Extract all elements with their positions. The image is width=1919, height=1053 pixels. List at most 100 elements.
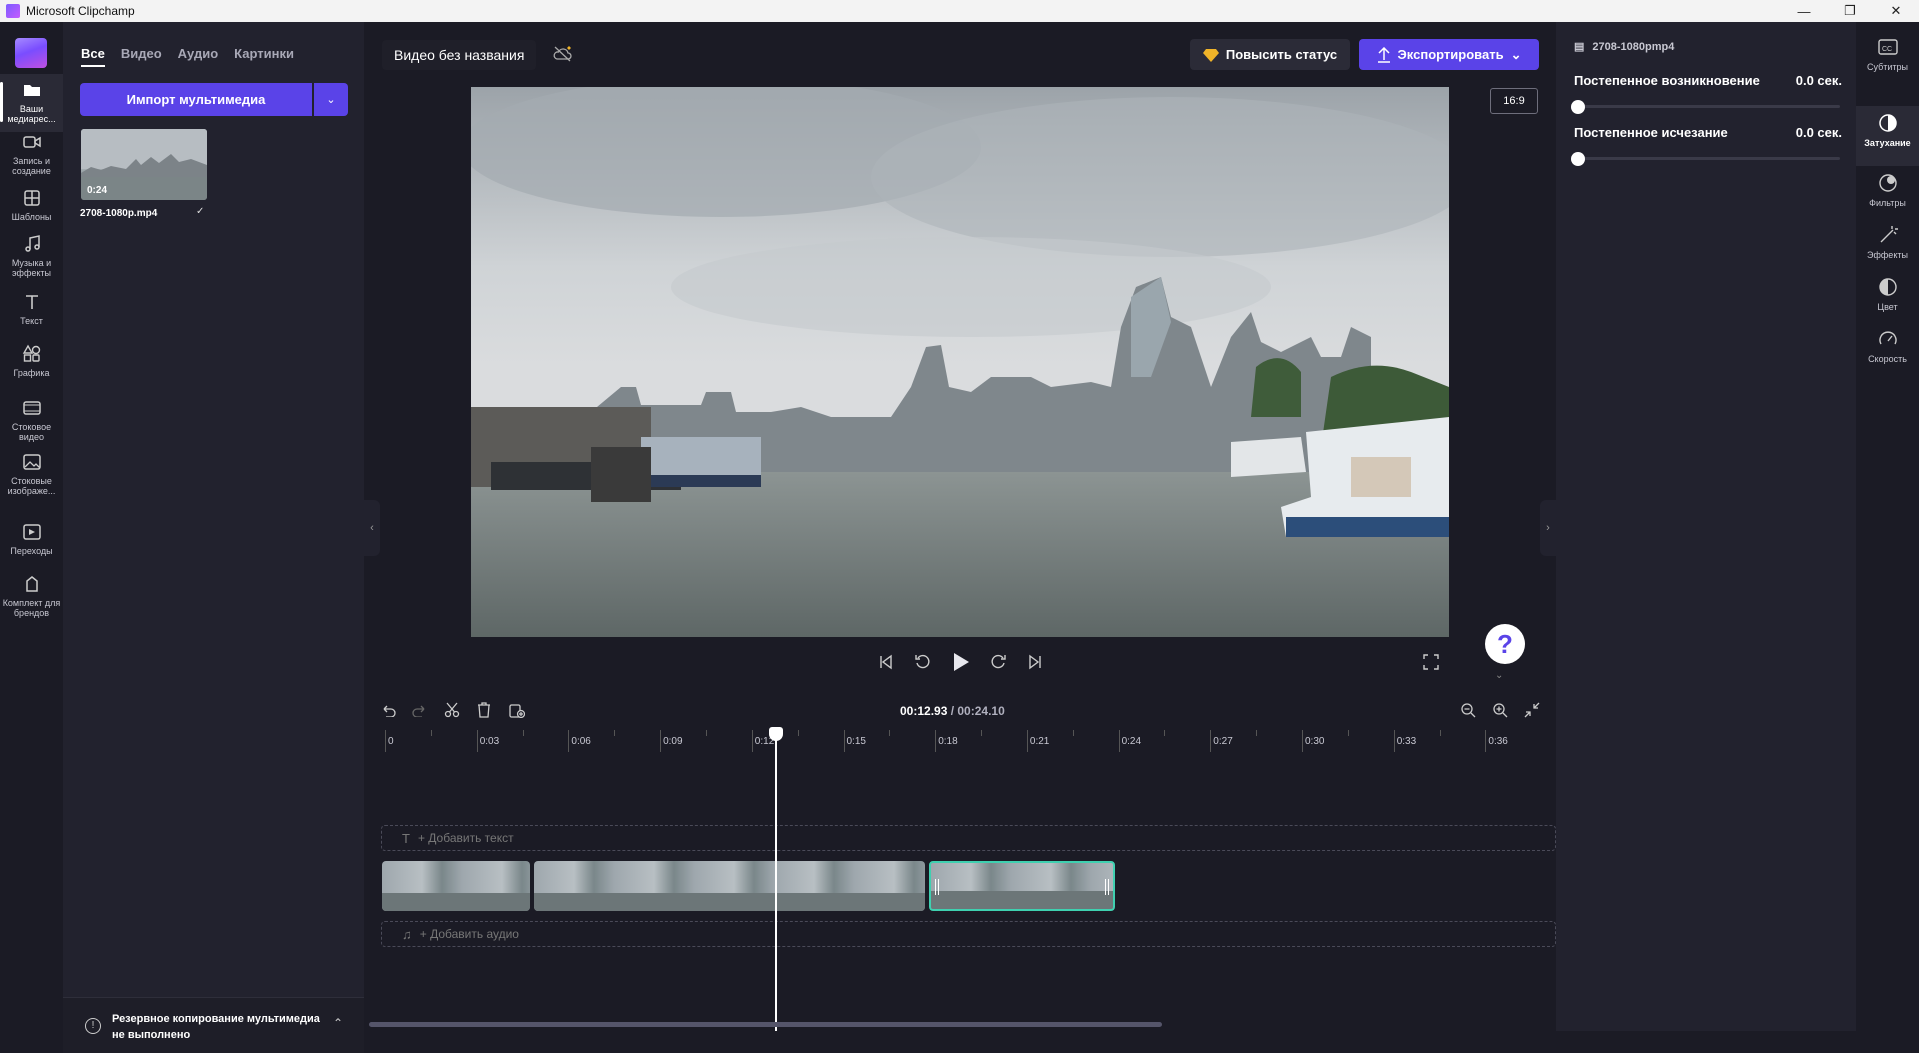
fade-out-value: 0.0 сек. [1795,125,1842,140]
trim-handle-right[interactable] [1105,879,1109,895]
video-clip-1[interactable] [382,861,530,911]
rail-item-fade[interactable]: Затухание [1856,106,1919,166]
rail-item-stock-video[interactable]: Стоковое видео [0,398,63,452]
color-icon [1878,278,1897,296]
import-media-button[interactable]: Импорт мультимедиа [80,83,312,116]
add-audio-track[interactable]: ♫ + Добавить аудио [381,921,1556,947]
rail-item-filters[interactable]: Фильтры [1856,172,1919,222]
split-button[interactable] [441,699,463,721]
fit-timeline-button[interactable] [1521,699,1543,721]
add-text-track[interactable]: T + Добавить текст [381,825,1556,851]
maximize-button[interactable]: ❐ [1827,0,1873,22]
rail-label: Запись и создание [12,156,51,176]
skip-to-end-button[interactable] [1023,650,1047,674]
redo-icon [412,705,425,717]
rail-item-graphics[interactable]: Графика [0,344,63,394]
export-button[interactable]: Экспортировать ⌄ [1359,39,1539,70]
scissors-icon [444,702,460,718]
rail-item-color[interactable]: Цвет [1856,276,1919,326]
fade-in-row: Постепенное возникновение 0.0 сек. [1574,73,1842,88]
tab-video[interactable]: Видео [121,46,162,67]
video-clip-3-selected[interactable] [929,861,1115,911]
help-button[interactable]: ? [1485,624,1525,664]
rail-item-text[interactable]: Текст [0,292,63,342]
rail-item-transitions[interactable]: Переходы [0,522,63,572]
fade-in-slider-thumb[interactable] [1571,100,1585,114]
zoom-out-button[interactable] [1457,699,1479,721]
tab-audio[interactable]: Аудио [178,46,218,67]
skip-to-start-button[interactable] [874,650,898,674]
rail-item-stock-images[interactable]: Стоковые изображе... [0,452,63,510]
forward-5s-button[interactable] [986,650,1010,674]
transition-icon [22,524,41,540]
fade-in-slider[interactable] [1578,105,1840,108]
upgrade-button[interactable]: Повысить статус [1190,39,1350,70]
ruler-label: 0:21 [1029,736,1050,747]
media-thumbnail[interactable]: 0:24 [81,129,207,200]
cloud-off-icon[interactable] [552,45,574,63]
clip-water-strip [534,893,925,911]
undo-button[interactable] [377,699,399,721]
ruler-major-tick [385,730,386,752]
project-title[interactable]: Видео без названия [382,40,537,70]
rail-label: Эффекты [1867,250,1908,260]
rail-item-captions[interactable]: CC Субтитры [1856,36,1919,82]
ruler-major-tick [1210,730,1212,752]
trash-icon [478,702,490,718]
rail-item-speed[interactable]: Скорость [1856,328,1919,378]
add-to-timeline-button[interactable] [506,699,528,721]
fade-out-slider[interactable] [1578,157,1840,160]
import-dropdown-button[interactable]: ⌄ [314,83,348,116]
rail-label: Шаблоны [11,212,52,222]
captions-icon: CC [1877,39,1898,55]
ruler-label: 0:27 [1213,736,1233,747]
trim-handle-left[interactable] [935,879,939,895]
video-clip-2[interactable] [534,861,925,911]
collapse-right-panel-button[interactable]: › [1540,500,1556,556]
rail-label: Фильтры [1869,198,1906,208]
rail-item-music[interactable]: Музыка и эффекты [0,234,63,290]
rewind-icon [915,654,930,669]
chevron-up-icon[interactable]: ⌃ [333,1016,343,1030]
timeline-horizontal-scrollbar[interactable] [369,1022,1162,1027]
delete-button[interactable] [473,699,495,721]
backup-status-bar[interactable]: ! Резервное копирование мультимедиа не в… [63,997,364,1053]
rail-item-effects[interactable]: Эффекты [1856,224,1919,274]
ruler-label: 0:03 [479,736,500,747]
tab-all[interactable]: Все [81,46,105,67]
folder-icon [23,85,40,96]
collapse-left-panel-button[interactable]: ‹ [364,500,380,556]
tab-images[interactable]: Картинки [234,46,294,67]
left-navigation-rail: Ваши медиарес... Запись и создание Шабло… [0,22,63,1031]
close-window-button[interactable]: ✕ [1873,0,1919,22]
undo-icon [383,705,396,717]
rail-label: Субтитры [1866,62,1908,72]
fullscreen-button[interactable] [1419,650,1443,674]
chevron-right-icon: › [1546,522,1550,534]
timeline-ruler[interactable]: 0 0:03 0:06 0:09 0:12 0:15 0:18 0:21 0:24 0:27 0:3… [380,730,1555,756]
fade-out-slider-thumb[interactable] [1571,152,1585,166]
playhead[interactable] [775,730,777,1031]
minimize-button[interactable]: — [1781,0,1827,22]
rail-item-brand-kit[interactable]: Комплект для брендов [0,574,63,632]
skip-forward-icon [1029,654,1041,670]
rail-item-templates[interactable]: Шаблоны [0,188,63,240]
rail-item-your-media[interactable]: Ваши медиарес... [0,74,63,132]
rail-item-record-create[interactable]: Запись и создание [0,132,63,186]
playhead-handle[interactable] [769,727,783,741]
chevron-down-icon[interactable]: ⌄ [1495,670,1503,681]
text-icon: T [402,830,410,846]
video-preview[interactable] [471,87,1449,637]
fade-in-value: 0.0 сек. [1795,73,1842,88]
media-file-name: 2708-1080p.mp4 [80,208,158,219]
fade-out-row: Постепенное исчезание 0.0 сек. [1574,125,1842,140]
zoom-in-button[interactable] [1489,699,1511,721]
rail-label: Цвет [1877,302,1898,312]
play-button[interactable] [949,650,973,674]
aspect-ratio-button[interactable]: 16:9 [1490,88,1538,114]
ruler-label: 0:09 [663,736,683,747]
total-time: / 00:24.10 [950,704,1005,718]
ruler-label: 0:06 [571,736,591,747]
rewind-5s-button[interactable] [911,650,935,674]
redo-button[interactable] [409,699,431,721]
